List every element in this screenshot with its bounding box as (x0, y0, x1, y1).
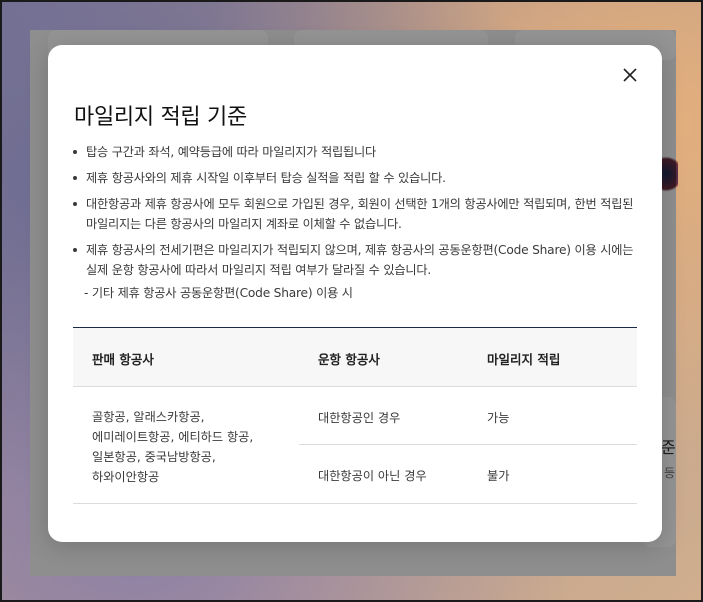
operator-cell: 대한항공이 아닌 경우 (318, 469, 427, 483)
criteria-item: 대한항공과 제휴 항공사에 모두 회원으로 가입된 경우, 회원이 선택한 1개… (72, 194, 638, 234)
seller-line: 일본항공, 중국남방항공, (92, 450, 216, 464)
criteria-item: 제휴 항공사의 전세기편은 마일리지가 적립되지 않으며, 제휴 항공사의 공동… (72, 240, 638, 280)
table-header: 판매 항공사 운항 항공사 마일리지 적립 (73, 328, 637, 387)
header-mileage: 마일리지 적립 (487, 352, 561, 367)
close-icon (623, 68, 637, 82)
mileage-criteria-modal: 마일리지 적립 기준 탑승 구간과 좌석, 예약등급에 따라 마일리지가 적립됩… (48, 45, 662, 542)
code-share-note: - 기타 제휴 항공사 공동운항편(Code Share) 이용 시 (84, 286, 353, 300)
seller-airlines-cell: 골항공, 알래스카항공, 에미레이트항공, 에티하드 항공, 일본항공, 중국남… (92, 407, 282, 487)
seller-line: 에미레이트항공, 에티하드 항공, (92, 430, 254, 444)
criteria-item: 제휴 항공사와의 제휴 시작일 이후부터 탑승 실적을 적립 할 수 있습니다. (72, 168, 638, 188)
mileage-cell: 가능 (487, 411, 510, 425)
row-divider (299, 444, 637, 445)
criteria-list: 탑승 구간과 좌석, 예약등급에 따라 마일리지가 적립됩니다 제휴 항공사와의… (72, 142, 638, 286)
mileage-cell: 불가 (487, 469, 510, 483)
seller-line: 골항공, 알래스카항공, (92, 410, 205, 424)
criteria-item: 탑승 구간과 좌석, 예약등급에 따라 마일리지가 적립됩니다 (72, 142, 638, 162)
code-share-table: 판매 항공사 운항 항공사 마일리지 적립 골항공, 알래스카항공, 에미레이트… (73, 327, 637, 504)
header-operator: 운항 항공사 (318, 352, 380, 367)
operator-cell: 대한항공인 경우 (318, 411, 401, 425)
seller-line: 하와이안항공 (92, 470, 160, 484)
table-body: 골항공, 알래스카항공, 에미레이트항공, 에티하드 항공, 일본항공, 중국남… (73, 387, 637, 504)
close-button[interactable] (620, 65, 640, 85)
modal-title: 마일리지 적립 기준 (74, 105, 247, 130)
screen-frame: 준 등 마일리지 적립 기준 탑승 구간과 좌석, 예약등급에 따라 마일리지가… (0, 0, 703, 602)
header-seller: 판매 항공사 (92, 352, 154, 367)
